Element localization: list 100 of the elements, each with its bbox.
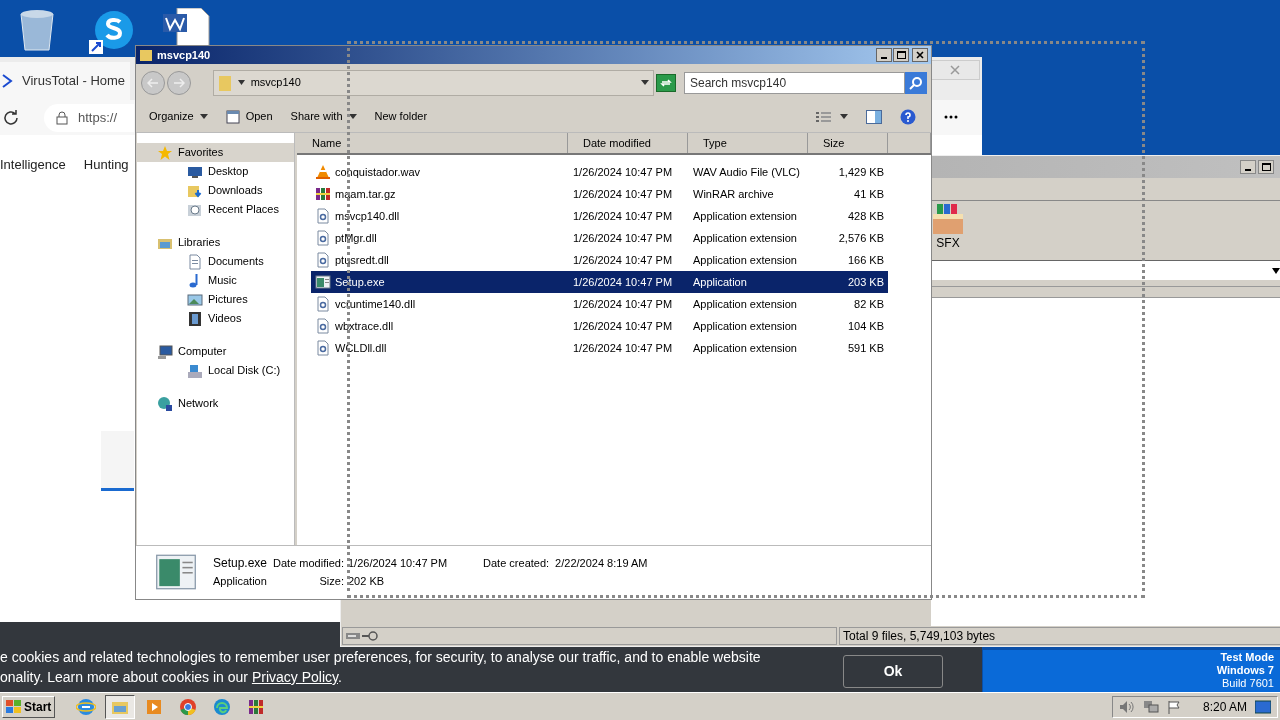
table-cell-text: Application [692,274,748,290]
nav-item[interactable]: Documents [137,252,294,271]
nav-item[interactable]: Network [137,394,294,413]
table-cell-text: 428 KB [846,208,885,224]
column-header[interactable]: Type [688,133,808,153]
browser-tab[interactable]: VirusTotal - Home [0,62,130,100]
details-file-type: Application [213,574,268,589]
nav-item[interactable]: Pictures [137,290,294,309]
star-icon [157,144,173,161]
clock[interactable]: 8:20 AM [1202,697,1247,716]
nav-link[interactable]: Intelligence [0,155,66,175]
nav-item[interactable]: Music [137,271,294,290]
file-row[interactable]: msvcp140.dll 1/26/2024 10:47 PM Application extension 428 KB [311,205,888,227]
refresh-icon[interactable] [2,108,20,127]
nav-item[interactable]: Favorites [137,143,294,162]
notice-text: Windows 7 [1216,664,1274,677]
file-row[interactable]: WCLDll.dll 1/26/2024 10:47 PM Application extension 591 KB [311,337,888,359]
toolbar-button[interactable]: New folder [374,108,428,125]
folder-icon [139,48,153,62]
detail-value: 1/26/2024 10:47 PM [348,556,448,571]
lock-icon [56,110,68,125]
preview-pane-icon[interactable] [866,109,882,124]
tab-indicator [101,430,134,491]
nav-item[interactable]: Recent Places [137,200,294,219]
nav-item[interactable]: Desktop [137,162,294,181]
close-icon [950,65,960,75]
maximize-button[interactable] [1258,160,1274,174]
table-cell-text: Application extension [692,252,798,268]
caret-icon [237,80,245,85]
search-button[interactable] [905,71,927,94]
word-document-icon[interactable] [163,8,211,46]
globe-icon [157,395,173,412]
window-title: msvcp140 [157,47,211,63]
file-row[interactable]: conquistador.wav 1/26/2024 10:47 PM WAV Audio File (VLC) 1,429 KB [311,161,888,183]
close-button[interactable] [912,48,928,62]
nav-item[interactable]: Computer [137,342,294,361]
gear-page-icon [315,208,331,224]
window-icon [315,274,331,290]
table-cell-text: Application extension [692,318,798,334]
column-header[interactable]: Size [808,133,888,153]
more-icon[interactable] [944,115,958,119]
taskbar-button[interactable] [105,694,136,719]
toolbar-button[interactable]: Open [225,108,273,125]
speaker-icon[interactable] [1118,699,1135,714]
skype-icon[interactable] [88,10,134,54]
window-icon [155,554,197,590]
details-file-name: Setup.exe [213,555,268,572]
show-desktop-icon[interactable] [1255,699,1271,714]
privacy-link[interactable]: Privacy Policy [251,669,338,685]
file-row[interactable]: Setup.exe 1/26/2024 10:47 PM Application 203 KB [311,271,888,293]
view-list-icon[interactable] [816,110,832,123]
address-field[interactable]: https:// [44,103,134,132]
network-icon[interactable] [1142,699,1159,714]
file-name: vcruntime140.dll [335,296,416,312]
file-name: ptMgr.dll [335,230,377,246]
table-cell-text: 2,576 KB [837,230,885,246]
nav-item[interactable]: Downloads [137,181,294,200]
file-row[interactable]: ptMgr.dll 1/26/2024 10:47 PM Application extension 2,576 KB [311,227,888,249]
help-icon[interactable] [900,108,916,125]
recycle-bin-icon[interactable] [18,8,56,52]
file-row[interactable]: ptusredt.dll 1/26/2024 10:47 PM Application extension 166 KB [311,249,888,271]
globe-e-icon [76,696,97,717]
flag-icon[interactable] [1166,699,1183,714]
table-cell-text: 203 KB [846,274,885,290]
address-bar[interactable]: msvcp140 [212,69,655,96]
nav-item[interactable]: Local Disk (C:) [137,361,294,380]
document-icon [187,253,203,270]
file-name: Setup.exe [335,274,385,290]
status-text: Total 9 files, 5,749,103 bytes [839,627,1280,645]
caret-icon[interactable] [840,114,848,119]
file-row[interactable]: vcruntime140.dll 1/26/2024 10:47 PM Application extension 82 KB [311,293,888,315]
gear-page-icon [315,340,331,356]
file-row[interactable]: maam.tar.gz 1/26/2024 10:47 PM WinRAR archive 41 KB [311,183,888,205]
ok-button[interactable]: Ok [843,655,943,688]
refresh-button[interactable] [656,73,676,92]
nav-item[interactable]: Videos [137,309,294,328]
folder-icon [217,73,232,92]
column-header[interactable]: Name [297,133,568,153]
toolbar-button[interactable]: SFX [931,204,965,252]
chrome-icon [178,696,199,717]
table-cell-text: Application extension [692,208,798,224]
start-button[interactable]: Start [2,695,56,718]
nav-link[interactable]: Hunting [83,155,129,175]
minimize-button[interactable] [1240,160,1256,174]
windows-logo-icon [6,699,22,714]
dropdown-arrow-icon [641,80,650,85]
nav-item[interactable]: Libraries [137,233,294,252]
column-header[interactable]: Date modified [568,133,688,153]
search-field[interactable]: Search msvcp140 [684,71,905,94]
toolbar-button[interactable]: Share with [290,108,357,125]
chevron-logo-icon [2,74,14,88]
table-cell-text: 1/26/2024 10:47 PM [572,164,674,180]
left-arrow-icon [146,77,159,88]
minimize-button[interactable] [876,48,892,62]
toolbar-button[interactable]: Organize [149,108,208,125]
detail-label: Size: [318,574,344,589]
maximize-button[interactable] [893,48,909,62]
table-cell-text: Application extension [692,230,798,246]
file-row[interactable]: wbxtrace.dll 1/26/2024 10:47 PM Application extension 104 KB [311,315,888,337]
table-cell-text: Application extension [692,296,798,312]
